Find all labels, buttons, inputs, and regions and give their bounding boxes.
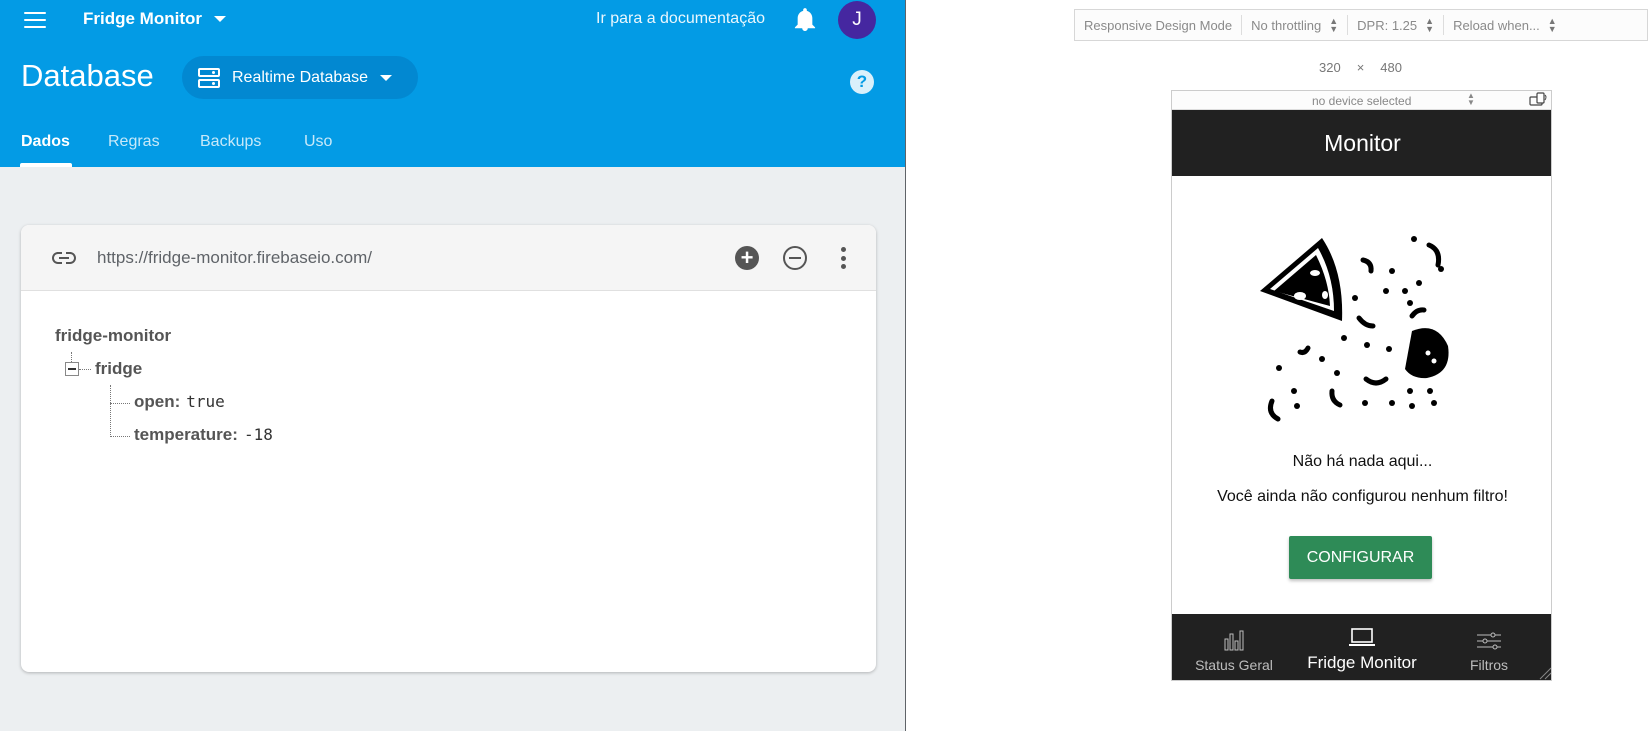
active-tab-indicator bbox=[20, 163, 72, 167]
database-url[interactable]: https://fridge-monitor.firebaseio.com/ bbox=[97, 248, 372, 268]
device-select[interactable]: no device selected bbox=[1312, 94, 1411, 108]
viewport-width[interactable]: 320 bbox=[1319, 60, 1341, 75]
reload-value: Reload when... bbox=[1453, 17, 1540, 33]
field-key: open bbox=[134, 392, 175, 411]
select-arrows-icon: ▲ ▼ bbox=[1467, 91, 1475, 107]
device-viewport: no device selected ▲ ▼ Monitor Não há na… bbox=[1171, 90, 1552, 681]
rdm-title: Responsive Design Mode bbox=[1075, 15, 1243, 35]
resize-handle-icon[interactable] bbox=[1538, 666, 1552, 680]
tree-connector bbox=[79, 369, 91, 370]
tree-root-node[interactable]: fridge-monitor bbox=[55, 326, 171, 346]
nav-label: Filtros bbox=[1469, 657, 1509, 673]
menu-icon[interactable] bbox=[24, 12, 46, 28]
database-selector[interactable]: Realtime Database bbox=[182, 56, 418, 99]
tab-backups[interactable]: Backups bbox=[200, 133, 261, 151]
project-name: Fridge Monitor bbox=[83, 9, 202, 28]
firebase-console: Fridge Monitor Ir para a documentação J … bbox=[0, 0, 905, 731]
tab-regras[interactable]: Regras bbox=[108, 133, 160, 151]
times-symbol: × bbox=[1356, 60, 1365, 75]
tree-leaf-open[interactable]: open: true bbox=[134, 392, 225, 412]
pane-divider bbox=[905, 0, 906, 731]
reload-select[interactable]: Reload when... ▲ ▼ bbox=[1444, 15, 1566, 35]
caret-down-icon bbox=[213, 16, 226, 22]
select-arrows-icon: ▲ ▼ bbox=[1547, 16, 1557, 34]
console-header: Fridge Monitor Ir para a documentação J … bbox=[0, 0, 905, 167]
rotate-device-icon[interactable] bbox=[1528, 92, 1548, 108]
avatar[interactable]: J bbox=[838, 1, 876, 39]
device-bar: no device selected ▲ ▼ bbox=[1172, 91, 1551, 110]
database-icon bbox=[198, 67, 220, 88]
database-url-bar: https://fridge-monitor.firebaseio.com/ + bbox=[21, 225, 876, 291]
tree-connector bbox=[110, 403, 130, 404]
select-arrows-icon: ▲ ▼ bbox=[1425, 16, 1435, 34]
select-arrows-icon: ▲ ▼ bbox=[1329, 16, 1339, 34]
add-icon[interactable]: + bbox=[735, 246, 759, 270]
bottom-navigation: Status Geral Fridge Monitor Filtros bbox=[1172, 614, 1552, 680]
tree-connector bbox=[110, 385, 111, 437]
app-bar: Monitor bbox=[1172, 110, 1551, 176]
throttling-select[interactable]: No throttling ▲ ▼ bbox=[1242, 15, 1349, 35]
tree-connector bbox=[110, 436, 130, 437]
link-icon[interactable] bbox=[51, 247, 77, 269]
database-selector-label: Realtime Database bbox=[232, 68, 369, 86]
tree-node-fridge[interactable]: fridge bbox=[95, 359, 142, 379]
bell-icon[interactable] bbox=[794, 8, 816, 32]
empty-state-message: Você ainda não configurou nenhum filtro! bbox=[1217, 488, 1508, 505]
nav-fridge-monitor[interactable]: Fridge Monitor bbox=[1300, 614, 1424, 680]
nav-label: Fridge Monitor bbox=[1307, 653, 1417, 672]
empty-state-illustration bbox=[1260, 236, 1449, 422]
nav-filtros[interactable]: Filtros bbox=[1456, 614, 1522, 680]
field-key: temperature bbox=[134, 425, 233, 444]
caret-down-icon bbox=[380, 74, 393, 81]
database-card: https://fridge-monitor.firebaseio.com/ +… bbox=[21, 225, 876, 672]
app-title: Monitor bbox=[1324, 129, 1401, 156]
more-vert-icon[interactable] bbox=[839, 247, 847, 269]
viewport-size: 320 × 480 bbox=[1319, 60, 1402, 75]
viewport-height[interactable]: 480 bbox=[1380, 60, 1402, 75]
field-value[interactable]: true bbox=[186, 392, 225, 411]
configure-button[interactable]: CONFIGURAR bbox=[1289, 536, 1432, 579]
docs-link[interactable]: Ir para a documentação bbox=[596, 10, 765, 28]
sliders-icon bbox=[1477, 632, 1501, 650]
tree-connector bbox=[71, 352, 72, 362]
tab-dados[interactable]: Dados bbox=[21, 133, 70, 151]
dpr-select[interactable]: DPR: 1.25 ▲ ▼ bbox=[1348, 15, 1445, 35]
tab-uso[interactable]: Uso bbox=[304, 133, 332, 151]
field-value[interactable]: -18 bbox=[244, 425, 273, 444]
tree-leaf-temperature[interactable]: temperature: -18 bbox=[134, 425, 273, 445]
project-selector[interactable]: Fridge Monitor bbox=[83, 9, 226, 29]
remove-icon[interactable] bbox=[783, 246, 807, 270]
nav-label: Status Geral bbox=[1195, 657, 1273, 673]
nav-status-geral[interactable]: Status Geral bbox=[1188, 614, 1280, 680]
dpr-value: DPR: 1.25 bbox=[1357, 17, 1418, 33]
laptop-icon bbox=[1349, 628, 1375, 646]
help-icon[interactable]: ? bbox=[850, 70, 874, 94]
collapse-icon[interactable] bbox=[65, 362, 79, 376]
bar-chart-icon bbox=[1224, 630, 1244, 651]
throttling-value: No throttling bbox=[1251, 17, 1322, 33]
responsive-design-toolbar: Responsive Design Mode No throttling ▲ ▼ … bbox=[1074, 9, 1648, 41]
page-title: Database bbox=[21, 58, 154, 93]
empty-state-title: Não há nada aqui... bbox=[1292, 453, 1433, 470]
